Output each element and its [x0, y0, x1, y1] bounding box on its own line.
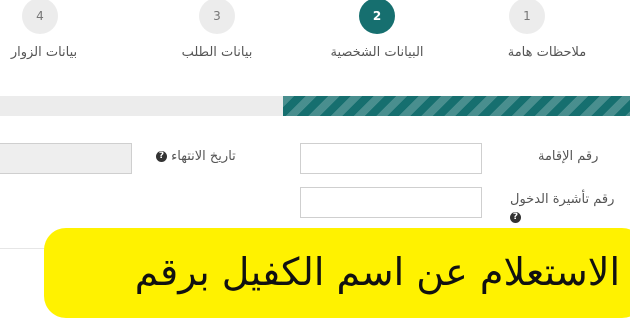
progress-bar: [0, 96, 630, 116]
expiry-date-label-text: تاريخ الانتهاء: [171, 149, 236, 164]
iqama-number-label: رقم الإقامة: [538, 149, 599, 164]
expiry-date-input[interactable]: [0, 143, 132, 174]
iqama-number-input[interactable]: [300, 143, 482, 174]
entry-visa-label: رقم تأشيرة الدخول: [510, 192, 615, 207]
step-3-label[interactable]: بيانات الطلب: [182, 45, 253, 60]
step-4-circle[interactable]: 4: [22, 0, 58, 34]
entry-visa-help-icon[interactable]: ?: [510, 212, 521, 223]
progress-fill: [283, 96, 630, 116]
expiry-date-label: تاريخ الانتهاء ?: [156, 149, 236, 164]
step-2-circle[interactable]: 2: [359, 0, 395, 34]
entry-visa-input[interactable]: [300, 187, 482, 218]
step-2-label[interactable]: البيانات الشخصية: [330, 45, 423, 60]
step-3-circle[interactable]: 3: [199, 0, 235, 34]
overlay-banner-text: الاستعلام عن اسم الكفيل برقم: [134, 250, 620, 294]
step-1-label[interactable]: ملاحظات هامة: [508, 45, 587, 60]
step-4-label[interactable]: بيانات الزوار: [11, 45, 77, 60]
step-1-circle[interactable]: 1: [509, 0, 545, 34]
help-icon[interactable]: ?: [156, 151, 167, 162]
